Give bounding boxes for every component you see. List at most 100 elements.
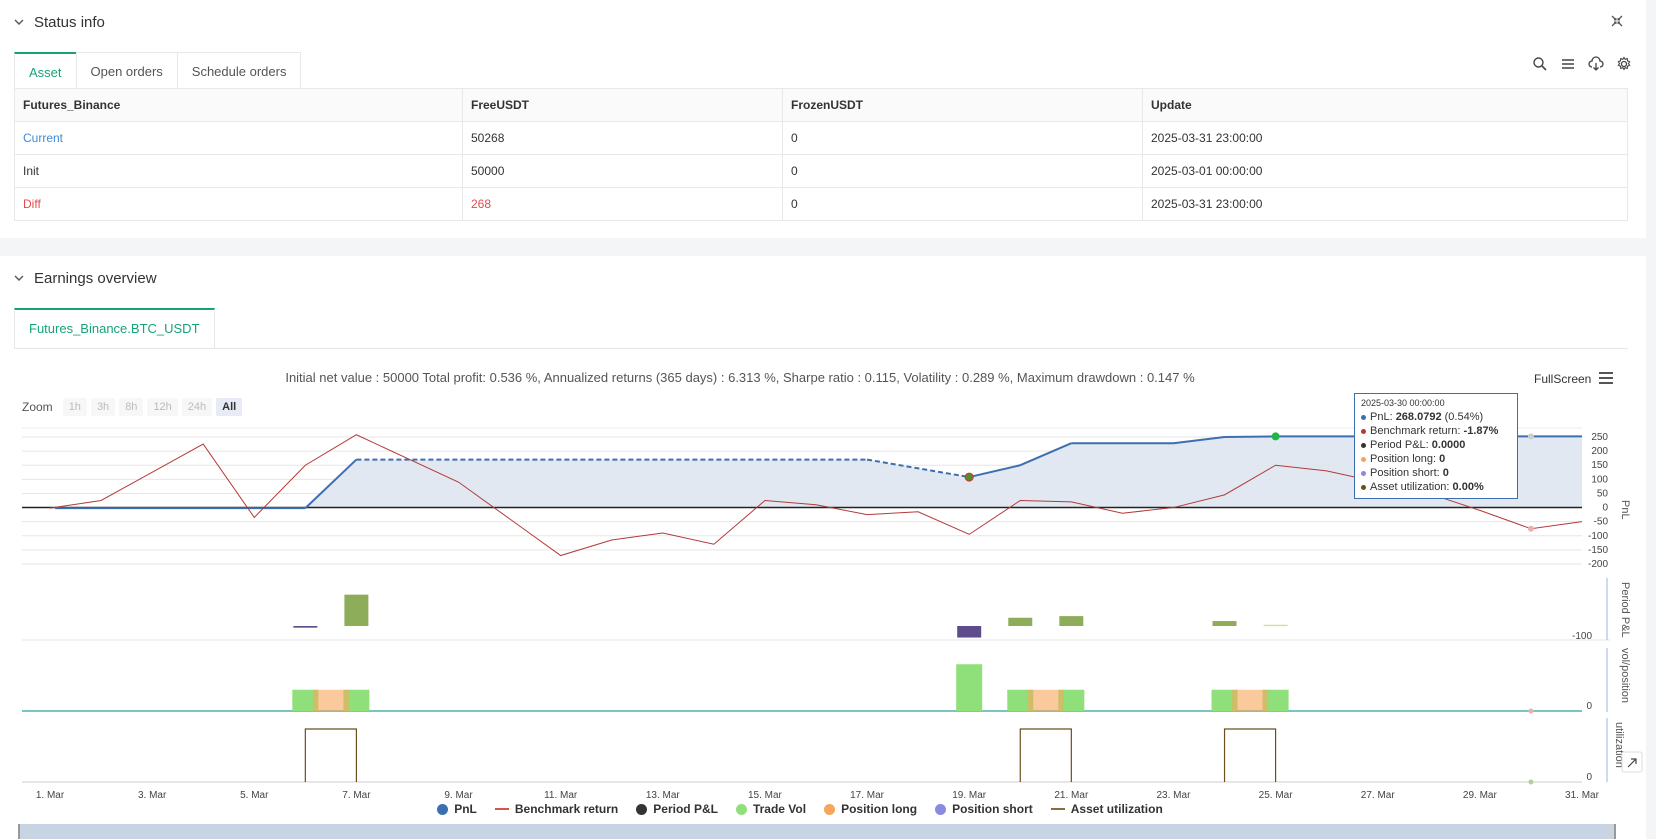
legend-label: Position long xyxy=(841,802,918,816)
legend-marker-icon xyxy=(1050,808,1065,810)
legend-item[interactable]: Benchmark return xyxy=(494,802,619,816)
legend-item[interactable]: Asset utilization xyxy=(1050,802,1163,816)
tooltip-label: Position long: xyxy=(1370,453,1440,465)
zoom-8h-button[interactable]: 8h xyxy=(119,398,144,416)
legend-label: PnL xyxy=(454,802,477,816)
legend-item[interactable]: Position long xyxy=(824,802,917,816)
tooltip-extra: (0.54%) xyxy=(1441,411,1484,423)
cell-frozen: 0 xyxy=(782,187,1143,221)
tooltip-value: 0 xyxy=(1439,453,1446,465)
table-row: Init 50000 0 2025-03-01 00:00:00 xyxy=(14,154,1628,188)
series-dot-icon xyxy=(1361,484,1366,490)
cell-free: 268 xyxy=(462,187,783,221)
row-label-current[interactable]: Current xyxy=(14,121,463,155)
list-icon[interactable] xyxy=(1560,56,1576,72)
collapse-icon[interactable] xyxy=(1610,14,1626,30)
col-exchange: Futures_Binance xyxy=(14,88,463,122)
table-row: Current 50268 0 2025-03-31 23:00:00 xyxy=(14,121,1628,155)
cell-update: 2025-03-01 00:00:00 xyxy=(1142,154,1628,188)
chart-legend: PnL Benchmark return Period P&L Trade Vol Po… xyxy=(0,802,1600,816)
tooltip-value: 268.0792 xyxy=(1395,411,1442,423)
chart-navigator[interactable] xyxy=(18,824,1616,839)
zoom-24h-button[interactable]: 24h xyxy=(181,398,213,416)
tab-schedule-orders[interactable]: Schedule orders xyxy=(176,52,302,91)
tooltip-row: Period P&L: 0.0000 xyxy=(1361,438,1511,452)
earnings-overview-panel: Earnings overview Futures_Binance.BTC_US… xyxy=(0,256,1646,839)
table-row: Diff 268 0 2025-03-31 23:00:00 xyxy=(14,187,1628,221)
tooltip-label: PnL: xyxy=(1370,411,1396,423)
chevron-down-icon[interactable] xyxy=(12,15,26,29)
legend-label: Benchmark return xyxy=(514,802,619,816)
tooltip-value: 0.0000 xyxy=(1431,439,1466,451)
status-toolbar xyxy=(1532,56,1632,72)
chevron-down-icon[interactable] xyxy=(12,271,26,285)
legend-item[interactable]: Position short xyxy=(935,802,1033,816)
tooltip-label: Position short: xyxy=(1370,467,1443,479)
legend-marker-icon xyxy=(494,808,509,810)
legend-marker-icon xyxy=(636,803,648,815)
zoom-all-button[interactable]: All xyxy=(216,398,243,416)
tab-open-orders[interactable]: Open orders xyxy=(75,52,178,91)
tooltip-row: PnL: 268.0792 (0.54%) xyxy=(1361,410,1511,424)
earnings-overview-header[interactable]: Earnings overview xyxy=(0,256,157,300)
tooltip-value: 0 xyxy=(1442,467,1449,479)
row-label-init: Init xyxy=(14,154,463,188)
status-info-header[interactable]: Status info xyxy=(0,0,105,44)
cell-frozen: 0 xyxy=(782,121,1143,155)
col-update: Update xyxy=(1142,88,1628,122)
cell-free: 50000 xyxy=(462,154,783,188)
search-icon[interactable] xyxy=(1532,56,1548,72)
zoom-controls: Zoom 1h 3h 8h 12h 24h All xyxy=(22,398,243,416)
legend-label: Position short xyxy=(952,802,1033,816)
cell-frozen: 0 xyxy=(782,154,1143,188)
tooltip-label: Asset utilization: xyxy=(1370,481,1453,493)
series-dot-icon xyxy=(1361,442,1366,448)
col-free-usdt: FreeUSDT xyxy=(462,88,783,122)
tooltip-label: Period P&L: xyxy=(1370,439,1432,451)
legend-label: Trade Vol xyxy=(752,802,807,816)
legend-label: Period P&L xyxy=(653,802,718,816)
tab-asset[interactable]: Asset xyxy=(14,52,77,92)
series-dot-icon xyxy=(1361,428,1366,434)
tooltip-value: 0.00% xyxy=(1452,481,1484,493)
series-dot-icon xyxy=(1361,470,1366,476)
fullscreen-button[interactable]: FullScreen xyxy=(1534,372,1591,386)
zoom-label: Zoom xyxy=(22,400,53,414)
legend-marker-icon xyxy=(935,803,947,815)
performance-summary: Initial net value : 50000 Total profit: … xyxy=(285,370,1195,385)
status-tabs: Asset Open orders Schedule orders xyxy=(14,52,302,93)
tooltip-label: Benchmark return: xyxy=(1370,425,1464,437)
legend-item[interactable]: PnL xyxy=(437,802,477,816)
cell-update: 2025-03-31 23:00:00 xyxy=(1142,187,1628,221)
tooltip-time: 2025-03-30 00:00:00 xyxy=(1361,398,1445,408)
legend-label: Asset utilization xyxy=(1070,802,1163,816)
legend-item[interactable]: Trade Vol xyxy=(735,802,807,816)
tooltip-value: -1.87% xyxy=(1463,425,1499,437)
legend-marker-icon xyxy=(824,803,836,815)
zoom-12h-button[interactable]: 12h xyxy=(147,398,178,416)
status-info-title: Status info xyxy=(34,13,105,31)
tooltip-row: Position long: 0 xyxy=(1361,452,1511,466)
row-label-diff: Diff xyxy=(14,187,463,221)
cell-update: 2025-03-31 23:00:00 xyxy=(1142,121,1628,155)
legend-marker-icon xyxy=(735,803,747,815)
gear-icon[interactable] xyxy=(1616,56,1632,72)
asset-table: Futures_Binance FreeUSDT FrozenUSDT Upda… xyxy=(14,88,1628,221)
tooltip-row: Position short: 0 xyxy=(1361,466,1511,480)
series-dot-icon xyxy=(1361,456,1366,462)
legend-marker-icon xyxy=(437,803,449,815)
col-frozen-usdt: FrozenUSDT xyxy=(782,88,1143,122)
cloud-download-icon[interactable] xyxy=(1588,56,1604,72)
earnings-overview-title: Earnings overview xyxy=(34,269,157,287)
tooltip-row: Benchmark return: -1.87% xyxy=(1361,424,1511,438)
zoom-1h-button[interactable]: 1h xyxy=(62,398,87,416)
table-header-row: Futures_Binance FreeUSDT FrozenUSDT Upda… xyxy=(14,88,1628,122)
tooltip-row: Asset utilization: 0.00% xyxy=(1361,480,1511,494)
chart-tooltip: 2025-03-30 00:00:00 PnL: 268.0792 (0.54%… xyxy=(1354,393,1518,499)
zoom-3h-button[interactable]: 3h xyxy=(90,398,116,416)
tab-futures-binance-btc-usdt[interactable]: Futures_Binance.BTC_USDT xyxy=(14,308,215,348)
legend-item[interactable]: Period P&L xyxy=(636,802,718,816)
chart-menu-icon[interactable] xyxy=(1598,371,1614,385)
series-dot-icon xyxy=(1361,414,1366,420)
earnings-tabs: Futures_Binance.BTC_USDT xyxy=(14,308,1628,349)
